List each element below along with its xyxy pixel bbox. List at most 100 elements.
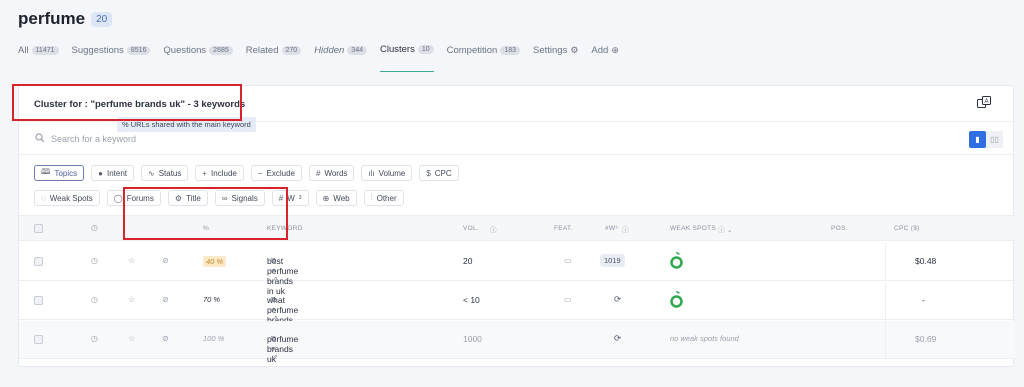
column-header-features[interactable]: FEAT.	[554, 225, 573, 232]
dollar-icon: $	[426, 168, 431, 178]
apple-icon: ◌	[41, 193, 46, 203]
star-icon[interactable]: ☆	[128, 295, 135, 304]
minus-icon: −	[257, 168, 263, 178]
filter-other[interactable]: ⫶ Other	[363, 190, 404, 206]
tab-badge: 10	[417, 45, 434, 54]
annotation-box-tooltip	[123, 187, 288, 240]
filter-words[interactable]: # Words	[308, 165, 355, 181]
filter-intent[interactable]: ● Intent	[91, 165, 134, 181]
single-column-view-icon[interactable]: ▮	[969, 131, 986, 148]
column-header-position[interactable]: POS.	[831, 225, 848, 232]
row-checkbox[interactable]	[34, 335, 43, 344]
filter-weak-spots[interactable]: ◌ Weak Spots	[34, 190, 100, 206]
table-row: ◷ ☆ ⊘ 70 % what perfume brands are from …	[19, 282, 1015, 355]
column-header-cpc[interactable]: CPC ($)	[894, 225, 920, 232]
weak-spot-icon[interactable]	[670, 251, 683, 271]
search-icon	[35, 133, 45, 143]
star-icon[interactable]: ☆	[128, 256, 135, 265]
cpc-cell: $0.48	[915, 256, 937, 266]
tab-badge: 11471	[31, 45, 59, 55]
superscript: 3	[298, 195, 302, 201]
weak-spots-empty: no weak spots found	[670, 334, 739, 343]
tab-hidden[interactable]: Hidden 344	[314, 45, 367, 72]
copy-list-link-icons[interactable]: ⧉ ≡ ↗	[271, 256, 277, 285]
hide-icon[interactable]: ⊘	[162, 256, 169, 265]
svg-text:A: A	[984, 99, 988, 105]
serp-feature-icon: ▭	[564, 295, 572, 304]
select-all-checkbox[interactable]	[34, 224, 43, 233]
filter-label: Words	[324, 168, 348, 178]
hide-icon[interactable]: ⊘	[162, 295, 169, 304]
cpc-divider	[885, 243, 886, 281]
column-header-weak-spots[interactable]: WEAK SPOTS	[670, 225, 716, 232]
tab-clusters[interactable]: Clusters 10	[379, 44, 434, 72]
tab-questions[interactable]: Questions 2685	[163, 45, 233, 72]
cpc-cell: $0.69	[915, 334, 937, 344]
cpc-divider	[885, 282, 886, 320]
filter-label: Status	[158, 168, 182, 178]
tab-label: Hidden	[314, 44, 345, 56]
serp-feature-icon: ▭	[564, 256, 572, 265]
volume-cell: < 10	[463, 295, 480, 305]
filter-label: W	[287, 193, 295, 203]
filter-cpc[interactable]: $ CPC	[419, 165, 459, 181]
hide-icon[interactable]: ⊘	[162, 334, 169, 343]
filter-exclude[interactable]: − Exclude	[250, 165, 302, 181]
filter-include[interactable]: + Include	[195, 165, 244, 181]
shared-urls-percent: 40 %	[203, 256, 227, 267]
history-icon[interactable]: ◷	[91, 256, 98, 265]
tab-badge: 183	[500, 45, 521, 55]
table-row: ◷ ☆ ⊘ 40 % best perfume brands in uk ⧉ ≡ …	[19, 243, 1015, 296]
filter-label: Exclude	[266, 168, 295, 178]
history-icon[interactable]: ◷	[91, 334, 98, 343]
tab-bar: All 11471 Suggestions 8516 Questions 2685 R…	[18, 44, 619, 72]
history-icon[interactable]: ◷	[91, 295, 98, 304]
annotation-box-cluster-title	[12, 84, 242, 121]
filter-label: Web	[333, 193, 350, 203]
tab-add[interactable]: Add ⊕	[591, 45, 618, 72]
refresh-icon[interactable]: ⟳	[614, 333, 621, 344]
star-icon[interactable]: ☆	[128, 334, 135, 343]
refresh-icon[interactable]: ⟳	[614, 294, 621, 305]
tab-all[interactable]: All 11471	[18, 45, 59, 72]
tab-badge: 2685	[209, 45, 233, 55]
filter-topics[interactable]: 🕮 Topics	[34, 165, 85, 181]
tab-badge: 8516	[126, 45, 151, 55]
plus-circle-icon: ⊕	[611, 44, 619, 55]
search-input[interactable]	[51, 131, 651, 147]
tab-label: Settings	[533, 44, 568, 56]
chat-icon: ◯	[113, 193, 123, 203]
volume-cell: 20	[463, 256, 473, 266]
page-header: perfume 20	[18, 9, 113, 29]
row-checkbox[interactable]	[34, 296, 43, 305]
tab-settings[interactable]: Settings ⚙	[533, 45, 578, 72]
filter-volume[interactable]: ılı Volume	[361, 165, 413, 181]
tab-badge: 270	[281, 45, 302, 55]
tab-competition[interactable]: Competition 183	[447, 45, 521, 72]
tab-related[interactable]: Related 270	[246, 45, 302, 72]
info-icon: ⓘ	[622, 227, 629, 234]
column-header-w3[interactable]: #W³	[605, 225, 618, 232]
filter-label: Volume	[378, 168, 406, 178]
column-header-volume[interactable]: VOL.	[463, 225, 479, 232]
double-column-view-icon[interactable]: ▯▯	[986, 131, 1003, 148]
w3-badge: 1019	[600, 254, 625, 267]
filter-label: Topics	[54, 168, 78, 178]
row-checkbox[interactable]	[34, 257, 43, 266]
weak-spot-icon[interactable]	[670, 290, 683, 310]
copy-list-link-icons[interactable]: ⧉ ≡ ↗	[271, 295, 277, 324]
pulse-icon: ∿	[147, 168, 155, 178]
sliders-icon: ⫶	[370, 193, 373, 202]
filter-web[interactable]: ⊕ Web	[315, 190, 357, 206]
info-icon: ⓘ ⌄	[718, 227, 733, 234]
view-toggle: ▮ ▯▯	[969, 131, 1003, 148]
filter-status[interactable]: ∿ Status	[140, 165, 189, 181]
tab-suggestions[interactable]: Suggestions 8516	[72, 45, 151, 72]
globe-icon: ⊕	[322, 193, 330, 203]
hash-icon: #	[315, 168, 321, 178]
copy-list-link-icons[interactable]: ⧉ ≡ ↗	[271, 334, 277, 363]
translate-icon[interactable]: A	[977, 96, 991, 110]
info-icon: ⓘ	[490, 227, 497, 234]
cpc-divider	[885, 321, 886, 359]
filter-label: Intent	[106, 168, 127, 178]
